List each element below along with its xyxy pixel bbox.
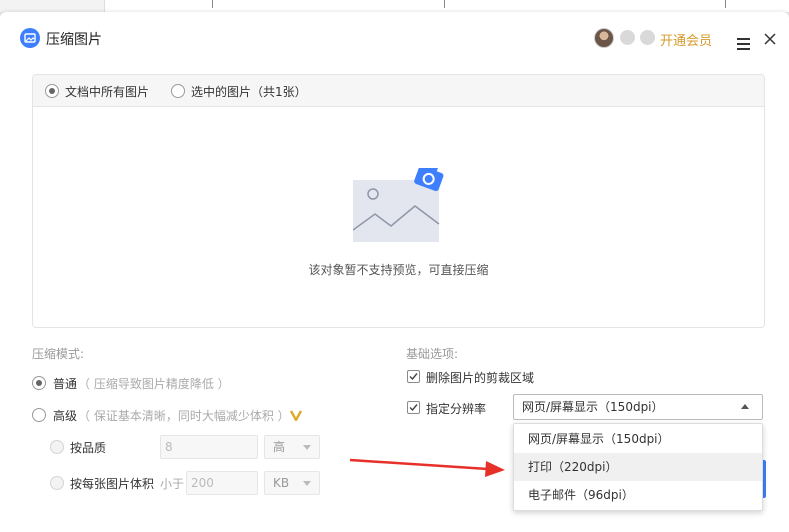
hamburger-menu-icon	[737, 38, 750, 50]
quality-level-select[interactable]: 高	[264, 435, 320, 459]
resolution-option-email[interactable]: 电子邮件（96dpi）	[514, 481, 762, 509]
specify-resolution-checkbox[interactable]	[407, 401, 420, 414]
ruler-tick	[212, 0, 213, 8]
no-preview-message: 该对象暂不支持预览，可直接压缩	[308, 263, 489, 277]
advanced-mode-radio[interactable]	[32, 408, 46, 422]
by-size-radio[interactable]	[50, 476, 64, 490]
no-preview-image-icon	[353, 168, 444, 242]
normal-mode-description: （ 压缩导致图片精度降低 ）	[78, 377, 230, 391]
ruler-tick	[725, 0, 726, 8]
basic-options-section-label: 基础选项:	[406, 347, 459, 361]
compress-mode-section-label: 压缩模式:	[32, 347, 85, 361]
delete-crop-area-label[interactable]: 删除图片的剪裁区域	[426, 369, 534, 386]
size-prefix-label: 小于	[160, 477, 185, 491]
preview-panel: 文档中所有图片 选中的图片（共1张） 该对象暂不支持预览，可直接压缩	[32, 74, 765, 328]
quality-level-value: 高	[273, 440, 286, 454]
resolution-selected-value: 网页/屏幕显示（150dpi）	[522, 400, 664, 414]
selected-images-radio[interactable]	[171, 84, 185, 98]
title-bar: 压缩图片 开通会员	[0, 12, 789, 64]
resolution-select[interactable]: 网页/屏幕显示（150dpi）	[513, 394, 763, 420]
menu-button[interactable]	[733, 32, 753, 54]
size-unit-select[interactable]: KB	[264, 471, 320, 495]
quality-value-input[interactable]: 8	[160, 435, 258, 459]
resolution-option-web[interactable]: 网页/屏幕显示（150dpi）	[514, 425, 762, 453]
chevron-down-icon	[303, 481, 311, 486]
resolution-option-print[interactable]: 打印（220dpi）	[514, 453, 762, 481]
selected-images-label[interactable]: 选中的图片（共1张）	[191, 83, 307, 100]
by-quality-label[interactable]: 按品质	[70, 439, 106, 456]
chevron-up-icon	[741, 404, 749, 409]
advanced-mode-label[interactable]: 高级	[53, 407, 77, 424]
all-images-label[interactable]: 文档中所有图片	[65, 83, 149, 100]
compress-image-icon	[20, 28, 40, 48]
by-size-label[interactable]: 按每张图片体积	[70, 475, 154, 492]
check-icon	[409, 373, 418, 381]
ruler-tick	[444, 0, 445, 8]
resolution-dropdown-menu: 网页/屏幕显示（150dpi） 打印（220dpi） 电子邮件（96dpi）	[513, 423, 763, 511]
advanced-mode-description: （ 保证基本清晰，同时大幅减少体积 ）	[78, 409, 290, 423]
delete-crop-area-checkbox[interactable]	[407, 370, 420, 383]
size-unit-value: KB	[273, 476, 290, 490]
vip-badge-icon	[640, 30, 655, 45]
dialog-title: 压缩图片	[46, 32, 102, 48]
by-quality-radio[interactable]	[50, 440, 64, 454]
all-images-radio[interactable]	[45, 84, 59, 98]
compress-images-dialog: 压缩图片 开通会员 文档中所有图片 选中的图片（共1张） 该对象暂不支持预览，可…	[0, 12, 789, 532]
open-membership-link[interactable]: 开通会员	[660, 30, 712, 49]
background-document	[104, 0, 789, 12]
user-avatar[interactable]	[594, 28, 614, 48]
specify-resolution-label[interactable]: 指定分辨率	[426, 400, 486, 417]
check-icon	[409, 404, 418, 412]
close-icon[interactable]	[762, 31, 778, 47]
normal-mode-label[interactable]: 普通	[53, 375, 77, 392]
size-value-input[interactable]: 200	[186, 471, 258, 495]
image-scope-tabs: 文档中所有图片 选中的图片（共1张）	[33, 75, 764, 107]
compress-button-edge[interactable]	[763, 460, 766, 498]
chevron-down-icon	[303, 445, 311, 450]
normal-mode-radio[interactable]	[32, 376, 46, 390]
vip-v-icon	[290, 410, 302, 421]
red-arrow-annotation-icon	[349, 458, 505, 477]
member-badge-icon	[620, 30, 635, 45]
